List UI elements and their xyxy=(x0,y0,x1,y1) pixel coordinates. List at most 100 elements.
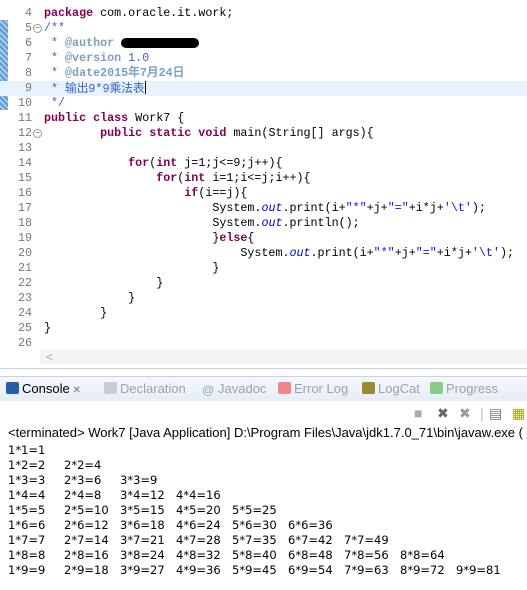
code-text: } xyxy=(44,261,219,276)
code-token: public class xyxy=(44,111,129,125)
code-token: @version xyxy=(65,51,122,65)
scroll-lock-icon[interactable]: ▦ xyxy=(512,405,525,422)
code-line[interactable]: 19 }else{ xyxy=(0,231,527,246)
output-cell: 6*9=54 xyxy=(288,563,333,577)
remove-launch-icon[interactable]: ✖ xyxy=(437,405,449,422)
scroll-left-icon[interactable]: < xyxy=(46,350,53,364)
output-cell: 5*8=40 xyxy=(232,548,277,562)
output-cell: 5*7=35 xyxy=(232,533,277,547)
progress-icon xyxy=(430,382,443,394)
code-line[interactable]: 15 for(int i=1;i<=j;i++){ xyxy=(0,171,527,186)
code-line[interactable]: 13 xyxy=(0,141,527,156)
code-line[interactable]: 6 * @author xyxy=(0,36,527,51)
code-token: j=1;j<=9;j++){ xyxy=(177,156,283,170)
code-line[interactable]: 17 System.out.print(i+"*"+j+"="+i*j+'\t'… xyxy=(0,201,527,216)
code-line[interactable]: 21 } xyxy=(0,261,527,276)
code-line[interactable]: 4 package com.oracle.it.work; xyxy=(0,6,527,21)
code-token: * xyxy=(44,82,66,96)
line-number: 26 xyxy=(17,336,32,350)
code-token: .println(); xyxy=(282,216,360,230)
code-text: public class Work7 { xyxy=(44,111,184,126)
output-cell: 2*9=18 xyxy=(64,563,109,577)
output-cell: 5*6=30 xyxy=(232,518,277,532)
code-token: .print(i+ xyxy=(310,246,374,260)
code-line[interactable]: 24 } xyxy=(0,306,527,321)
output-line: 1*8=8 2*8=16 3*8=24 4*8=32 5*8=40 6*8=48 7*8=5… xyxy=(0,548,527,563)
output-cell: 3*7=21 xyxy=(120,533,165,547)
code-line[interactable]: 20 System.out.print(i+"*"+j+"="+i*j+'\t'… xyxy=(0,246,527,261)
code-line[interactable]: 25} xyxy=(0,321,527,336)
tab-label: Console xyxy=(22,381,70,396)
line-number: 25 xyxy=(17,321,32,335)
code-token: package xyxy=(44,6,94,20)
fold-toggle-icon[interactable]: − xyxy=(33,24,42,33)
tab-declaration[interactable]: Declaration xyxy=(104,381,186,396)
output-cell: 4*5=20 xyxy=(176,503,221,517)
code-line[interactable]: 10 */ xyxy=(0,96,527,111)
code-line[interactable]: 18 System.out.println(); xyxy=(0,216,527,231)
output-cell: 3*8=24 xyxy=(120,548,165,562)
line-number: 14 xyxy=(17,156,32,170)
code-token: /** xyxy=(44,21,66,35)
line-number: 19 xyxy=(17,231,32,245)
code-token: +j+ xyxy=(366,201,388,215)
line-number: 16 xyxy=(17,186,32,200)
tab-label: Declaration xyxy=(120,381,186,396)
output-cell: 2*4=8 xyxy=(64,488,102,502)
fold-toggle-icon[interactable]: − xyxy=(33,129,42,138)
line-number: 8 xyxy=(24,66,32,80)
tab-progress[interactable]: Progress xyxy=(430,381,498,396)
code-line[interactable]: 14 for(int j=1;j<=9;j++){ xyxy=(0,156,527,171)
code-token: @date2015年7月24日 xyxy=(65,66,185,80)
close-tab-icon[interactable]: ✕ xyxy=(70,385,80,396)
code-token: for xyxy=(128,156,150,170)
output-line: 1*7=7 2*7=14 3*7=21 4*7=28 5*7=35 6*7=42 7*7=4… xyxy=(0,533,527,548)
code-line[interactable]: 8 * @date2015年7月24日 xyxy=(0,66,527,81)
code-token: else xyxy=(219,231,248,245)
tab-error-log[interactable]: Error Log xyxy=(278,381,348,396)
tab-console[interactable]: Console ✕ xyxy=(6,381,81,396)
code-token: Work7 { xyxy=(128,111,185,125)
code-token: +i*j+ xyxy=(436,246,472,260)
panel-tab-bar: Console ✕ Declaration @ Javadoc Error Log Log… xyxy=(0,376,527,401)
horizontal-scrollbar[interactable]: < xyxy=(40,350,527,364)
code-token: com.oracle.it.work; xyxy=(93,6,234,20)
code-token: for xyxy=(156,171,178,185)
code-text: System.out.println(); xyxy=(44,216,360,231)
code-line[interactable]: 16 if(i==j){ xyxy=(0,186,527,201)
code-line[interactable]: 7 * @version 1.0 xyxy=(0,51,527,66)
code-editor[interactable]: 4 package com.oracle.it.work; 5−/** 6 * @au… xyxy=(0,0,527,369)
code-line[interactable]: 12− public static void main(String[] arg… xyxy=(0,126,527,141)
line-number: 23 xyxy=(17,291,32,305)
code-line[interactable]: 9 * 输出9*9乘法表 xyxy=(0,81,527,96)
code-line[interactable]: 22 } xyxy=(0,276,527,291)
output-cell: 6*8=48 xyxy=(288,548,333,562)
tab-javadoc[interactable]: @ Javadoc xyxy=(202,381,266,397)
code-token: "*" xyxy=(345,201,367,215)
remove-all-launches-icon[interactable]: ✖ xyxy=(459,405,471,422)
code-text: public static void main(String[] args){ xyxy=(44,126,374,141)
code-line[interactable]: 11 public class Work7 { xyxy=(0,111,527,126)
code-text: * @author xyxy=(44,36,200,51)
logcat-icon xyxy=(362,382,375,394)
output-line: 1*2=2 2*2=4 xyxy=(0,458,527,473)
line-number: 22 xyxy=(17,276,32,290)
clear-console-icon[interactable]: ▤ xyxy=(489,405,502,422)
code-line[interactable]: 23 } xyxy=(0,291,527,306)
output-line: 1*9=9 2*9=18 3*9=27 4*9=36 5*9=45 6*9=54 7*9=6… xyxy=(0,563,527,578)
code-token: System. xyxy=(44,246,290,260)
output-cell: 2*3=6 xyxy=(64,473,102,487)
code-text: */ xyxy=(44,96,65,111)
code-token: out xyxy=(261,201,283,215)
tab-logcat[interactable]: LogCat xyxy=(362,381,420,396)
terminate-icon[interactable]: ■ xyxy=(414,405,422,421)
code-token: ); xyxy=(471,201,486,215)
line-number: 13 xyxy=(17,141,32,155)
code-token: int xyxy=(184,171,206,185)
output-cell: 1*2=2 xyxy=(8,458,46,472)
code-text: System.out.print(i+"*"+j+"="+i*j+'\t'); xyxy=(44,201,486,216)
output-cell: 1*6=6 xyxy=(8,518,46,532)
code-line[interactable]: 5−/** xyxy=(0,21,527,36)
code-line[interactable]: 26 xyxy=(0,336,527,351)
